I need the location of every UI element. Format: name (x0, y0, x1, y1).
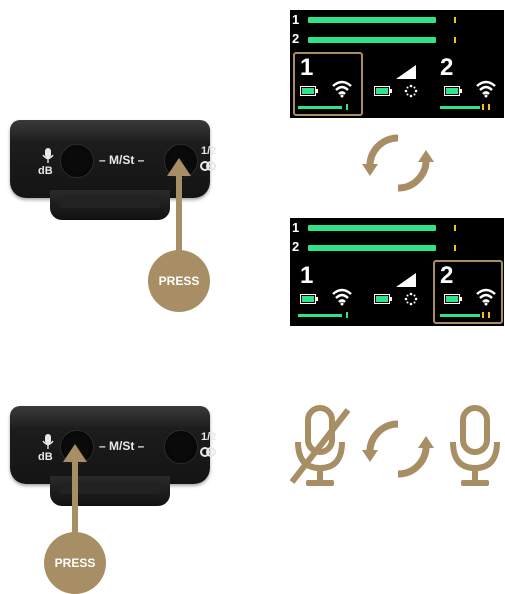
signal-marker-2 (482, 312, 484, 318)
signal-strength-icon (396, 65, 416, 79)
level-meter-2 (308, 245, 436, 251)
sparkle-icon (404, 84, 418, 98)
signal-bar-1 (298, 106, 342, 109)
mic-muted-icon (289, 405, 351, 486)
battery-icon (374, 86, 392, 96)
press-badge: PRESS (148, 250, 210, 312)
peak-marker-2 (454, 37, 456, 43)
battery-icon (374, 294, 392, 304)
level-meter-1 (308, 225, 436, 231)
peak-marker-2 (454, 245, 456, 251)
wifi-icon (332, 288, 352, 306)
db-label: dB (38, 165, 53, 177)
pair-label: 1/2 (201, 145, 217, 157)
cycle-arrows-icon (362, 134, 434, 192)
signal-marker-1 (346, 312, 348, 318)
row-label-2: 2 (292, 239, 300, 254)
signal-marker-2 (482, 104, 484, 110)
battery-icon (300, 294, 318, 304)
battery-icon (300, 86, 318, 96)
row-label-1: 1 (292, 12, 300, 27)
display-screen-bottom: 1 2 1 2 (290, 218, 504, 326)
mic-icon (42, 434, 54, 449)
wifi-icon (332, 80, 352, 98)
battery-icon (444, 86, 462, 96)
channel-1-number: 1 (300, 54, 314, 81)
pair-button[interactable] (164, 430, 198, 464)
signal-marker-2b (488, 312, 490, 318)
mic-on-icon (450, 405, 500, 486)
signal-marker-1 (346, 104, 348, 110)
channel-2-number: 2 (440, 262, 454, 289)
signal-bar-2 (440, 314, 480, 317)
link-icon (200, 161, 216, 171)
signal-bar-2 (440, 106, 480, 109)
receiver-device-bottom: dB – M/St – 1/2 (10, 406, 216, 506)
peak-marker-1 (454, 225, 456, 231)
signal-strength-icon (396, 273, 416, 287)
peak-marker-1 (454, 17, 456, 23)
row-label-1: 1 (292, 220, 300, 235)
mode-label: – M/St – (99, 439, 145, 453)
battery-icon (444, 294, 462, 304)
signal-marker-2b (488, 104, 490, 110)
cycle-arrows-icon (362, 420, 434, 478)
level-meter-1 (308, 17, 436, 23)
db-label: dB (38, 451, 53, 463)
wifi-icon (476, 288, 496, 306)
row-label-2: 2 (292, 31, 300, 46)
wifi-icon (476, 80, 496, 98)
display-screen-top: 1 2 1 2 (290, 10, 504, 118)
pair-label: 1/2 (201, 431, 217, 443)
press-badge: PRESS (44, 532, 106, 594)
mic-icon (42, 148, 54, 163)
link-icon (200, 447, 216, 457)
db-button[interactable] (60, 144, 94, 178)
level-meter-2 (308, 37, 436, 43)
channel-2-number: 2 (440, 54, 454, 81)
mode-label: – M/St – (99, 153, 145, 167)
signal-bar-1 (298, 314, 342, 317)
sparkle-icon (404, 292, 418, 306)
channel-1-number: 1 (300, 262, 314, 289)
